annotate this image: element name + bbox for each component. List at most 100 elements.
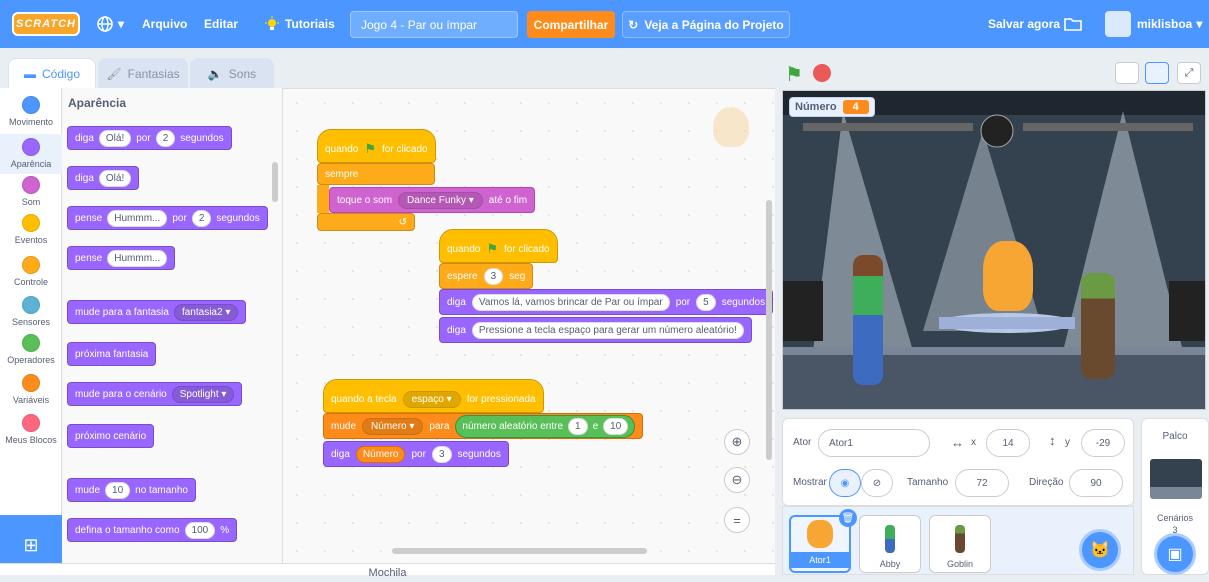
- tutorials-menu[interactable]: Tutoriais: [264, 0, 335, 48]
- block-input[interactable]: 2: [191, 209, 212, 227]
- scratch-logo[interactable]: SCRATCH: [12, 12, 80, 36]
- block-say-2[interactable]: diga Pressione a tecla espaço para gerar …: [439, 317, 752, 343]
- tab-costumes[interactable]: 🖌 Fantasias: [98, 58, 188, 88]
- normal-stage-button[interactable]: [1145, 62, 1169, 84]
- x-input[interactable]: 14: [986, 429, 1030, 457]
- stage[interactable]: Número 4: [782, 90, 1206, 410]
- block-think[interactable]: pense Hummm...: [67, 246, 176, 270]
- block-input[interactable]: 3: [431, 445, 452, 463]
- stop-button[interactable]: [813, 64, 831, 82]
- sprite-thumb-ator1[interactable]: Ator1 🗑: [789, 509, 857, 573]
- backdrop-dropdown[interactable]: Spotlight ▾: [171, 385, 235, 403]
- script-area[interactable]: quando ⚑ for clicado sempre toque o som Dan…: [283, 88, 775, 563]
- menu-bar: SCRATCH ▾ Arquivo Editar Tutoriais Jogo …: [0, 0, 1209, 48]
- variable-monitor[interactable]: Número 4: [789, 97, 875, 117]
- block-think-for-secs[interactable]: pense Hummm... por 2 segundos: [67, 206, 268, 230]
- block-next-costume[interactable]: próxima fantasia: [67, 342, 157, 366]
- category-motion[interactable]: Movimento: [0, 96, 62, 127]
- block-say-for-secs-1[interactable]: diga Vamos lá, vamos brincar de Par ou ím…: [439, 289, 774, 315]
- save-now-link[interactable]: Salvar agora: [988, 0, 1060, 48]
- small-stage-button[interactable]: [1115, 62, 1139, 84]
- direction-input[interactable]: 90: [1069, 469, 1123, 497]
- category-sound[interactable]: Som: [0, 176, 62, 207]
- category-looks[interactable]: Aparência: [0, 134, 62, 174]
- hat-when-flag-clicked[interactable]: quando ⚑ for clicado: [317, 129, 436, 163]
- tab-code[interactable]: ▬ Código: [8, 58, 96, 88]
- pick-random-reporter[interactable]: número aleatório entre 1 e 10: [455, 414, 636, 438]
- block-input[interactable]: 5: [696, 293, 716, 311]
- block-say-for-secs[interactable]: diga Olá! por 2 segundos: [67, 126, 232, 150]
- variable-reporter[interactable]: Número: [355, 445, 406, 463]
- green-flag-button[interactable]: ⚑: [785, 62, 803, 87]
- block-input[interactable]: 3: [483, 267, 504, 285]
- block-input[interactable]: Hummm...: [107, 209, 168, 227]
- choose-sprite-button[interactable]: 🐱: [1079, 529, 1121, 571]
- block-say[interactable]: diga Olá!: [67, 166, 140, 190]
- block-input[interactable]: 2: [155, 129, 176, 147]
- block-input[interactable]: 10: [603, 417, 629, 435]
- script-vertical-scrollbar[interactable]: [766, 200, 772, 460]
- category-control[interactable]: Controle: [0, 256, 62, 287]
- zoom-out-button[interactable]: ⊖: [724, 467, 750, 493]
- sound-dropdown[interactable]: Dance Funky ▾: [398, 191, 483, 209]
- palette-scrollbar[interactable]: [272, 162, 278, 202]
- chevron-down-icon: ▾: [118, 17, 125, 31]
- see-project-page-button[interactable]: ↻ Veja a Página do Projeto: [622, 11, 790, 38]
- block-input[interactable]: Vamos lá, vamos brincar de Par ou ímpar: [471, 293, 670, 311]
- tab-sounds[interactable]: 🔈 Sons: [190, 58, 274, 88]
- file-menu[interactable]: Arquivo: [142, 0, 187, 48]
- block-input[interactable]: Olá!: [98, 129, 132, 147]
- zoom-in-button[interactable]: ⊕: [724, 429, 750, 455]
- script-horizontal-scrollbar[interactable]: [392, 548, 647, 554]
- cat-sprite[interactable]: [983, 241, 1033, 311]
- block-input[interactable]: Pressione a tecla espaço para gerar um n…: [471, 321, 744, 339]
- zoom-reset-button[interactable]: =: [724, 507, 750, 533]
- category-operators[interactable]: Operadores: [0, 334, 62, 365]
- sprite-thumb-goblin[interactable]: Goblin: [929, 515, 991, 573]
- block-forever[interactable]: sempre: [317, 163, 435, 185]
- hat-when-key-pressed[interactable]: quando a tecla espaço ▾ for pressionada: [323, 379, 544, 413]
- stage-target-panel[interactable]: Palco Cenários 3 ▣: [1141, 418, 1209, 575]
- hide-button[interactable]: ⊘: [861, 469, 893, 497]
- block-play-sound-until-done[interactable]: toque o som Dance Funky ▾ até o fim: [329, 187, 536, 213]
- category-my-blocks[interactable]: Meus Blocos: [0, 414, 62, 445]
- sprite-name-input[interactable]: Ator1: [818, 429, 930, 457]
- category-variables[interactable]: Variáveis: [0, 374, 62, 405]
- block-input[interactable]: 100: [184, 521, 216, 539]
- block-input[interactable]: Hummm...: [107, 249, 168, 267]
- category-events[interactable]: Eventos: [0, 214, 62, 245]
- block-switch-costume[interactable]: mude para a fantasia fantasia2 ▾: [67, 300, 247, 324]
- variable-dropdown[interactable]: Número ▾: [362, 417, 424, 435]
- block-say-variable[interactable]: diga Número por 3 segundos: [323, 441, 509, 467]
- abby-sprite[interactable]: [853, 255, 883, 385]
- y-input[interactable]: -29: [1081, 429, 1125, 457]
- user-menu[interactable]: miklisboa ▾: [1105, 0, 1202, 48]
- block-change-size[interactable]: mude 10 no tamanho: [67, 478, 196, 502]
- hat-when-flag-clicked-2[interactable]: quando ⚑ for clicado: [439, 229, 558, 263]
- edit-menu[interactable]: Editar: [204, 0, 238, 48]
- backpack-bar[interactable]: Mochila: [0, 563, 775, 579]
- project-title-input[interactable]: Jogo 4 - Par ou ímpar: [350, 11, 518, 38]
- block-set-variable[interactable]: mude Número ▾ para número aleatório entre 1 e…: [323, 413, 644, 439]
- category-sensing[interactable]: Sensores: [0, 296, 62, 327]
- share-button[interactable]: Compartilhar: [527, 11, 615, 38]
- block-set-size[interactable]: defina o tamanho como 100%: [67, 518, 238, 542]
- block-next-backdrop[interactable]: próximo cenário: [67, 424, 155, 448]
- goblin-sprite[interactable]: [1081, 273, 1115, 379]
- key-dropdown[interactable]: espaço ▾: [402, 390, 461, 408]
- block-wait[interactable]: espere 3 seg: [439, 263, 534, 289]
- block-switch-backdrop[interactable]: mude para o cenário Spotlight ▾: [67, 382, 243, 406]
- size-input[interactable]: 72: [955, 469, 1009, 497]
- block-input[interactable]: 10: [105, 481, 131, 499]
- show-visible-button[interactable]: ◉: [829, 469, 861, 497]
- delete-sprite-button[interactable]: 🗑: [839, 509, 857, 527]
- choose-backdrop-button[interactable]: ▣: [1154, 533, 1196, 575]
- block-input[interactable]: 1: [568, 417, 588, 435]
- block-input[interactable]: Olá!: [98, 169, 132, 187]
- costume-dropdown[interactable]: fantasia2 ▾: [173, 303, 239, 321]
- language-menu[interactable]: ▾: [96, 0, 124, 48]
- sprite-thumb-abby[interactable]: Abby: [859, 515, 921, 573]
- folder-icon[interactable]: [1064, 0, 1082, 48]
- fullscreen-button[interactable]: ⤢: [1177, 62, 1201, 84]
- goblin-thumb-icon: [955, 525, 965, 553]
